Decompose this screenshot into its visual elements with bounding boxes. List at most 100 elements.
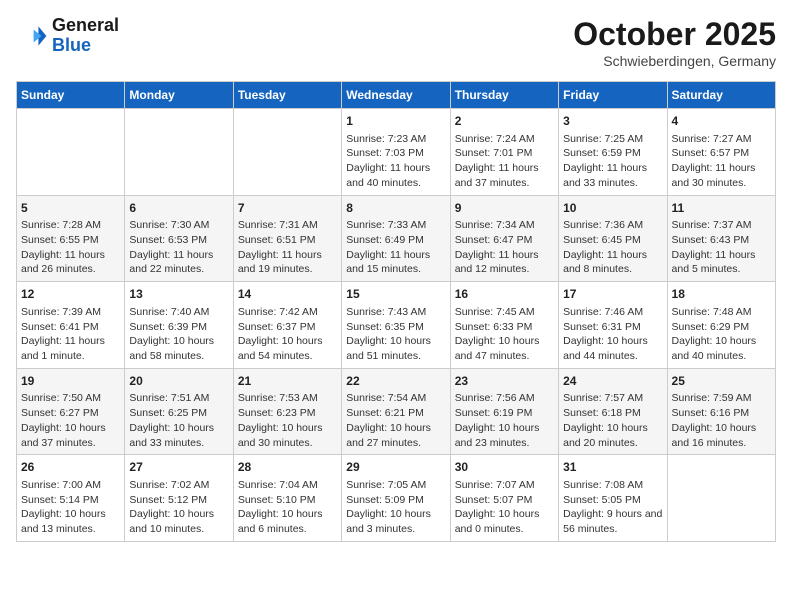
day-info: Sunrise: 7:23 AM Sunset: 7:03 PM Dayligh…: [346, 132, 445, 191]
logo-text: General Blue: [52, 16, 119, 56]
calendar-cell: 23Sunrise: 7:56 AM Sunset: 6:19 PM Dayli…: [450, 368, 558, 455]
day-info: Sunrise: 7:04 AM Sunset: 5:10 PM Dayligh…: [238, 478, 337, 537]
day-info: Sunrise: 7:53 AM Sunset: 6:23 PM Dayligh…: [238, 391, 337, 450]
logo-icon: [16, 20, 48, 52]
day-number: 21: [238, 373, 337, 390]
day-info: Sunrise: 7:34 AM Sunset: 6:47 PM Dayligh…: [455, 218, 554, 277]
day-info: Sunrise: 7:08 AM Sunset: 5:05 PM Dayligh…: [563, 478, 662, 537]
calendar-cell: 14Sunrise: 7:42 AM Sunset: 6:37 PM Dayli…: [233, 282, 341, 369]
calendar-cell: 15 Sunrise: 7:43 AM Sunset: 6:35 PM Dayli…: [342, 282, 450, 369]
week-row-4: 19Sunrise: 7:50 AM Sunset: 6:27 PM Dayli…: [17, 368, 776, 455]
calendar-cell: 6Sunrise: 7:30 AM Sunset: 6:53 PM Daylig…: [125, 195, 233, 282]
day-number: 15: [346, 286, 445, 303]
day-number: 22: [346, 373, 445, 390]
week-row-2: 5Sunrise: 7:28 AM Sunset: 6:55 PM Daylig…: [17, 195, 776, 282]
month-title: October 2025: [573, 16, 776, 53]
day-number: 11: [672, 200, 771, 217]
day-info: Sunrise: 7:54 AM Sunset: 6:21 PM Dayligh…: [346, 391, 445, 450]
day-info: Sunrise: 7:33 AM Sunset: 6:49 PM Dayligh…: [346, 218, 445, 277]
calendar-table: SundayMondayTuesdayWednesdayThursdayFrid…: [16, 81, 776, 542]
day-number: 24: [563, 373, 662, 390]
calendar-cell: 16 Sunrise: 7:45 AM Sunset: 6:33 PM Dayli…: [450, 282, 558, 369]
calendar-cell: 31Sunrise: 7:08 AM Sunset: 5:05 PM Dayli…: [559, 455, 667, 542]
day-number: 19: [21, 373, 120, 390]
page-header: General Blue October 2025 Schwieberdinge…: [16, 16, 776, 69]
day-number: 12: [21, 286, 120, 303]
day-number: 18: [672, 286, 771, 303]
calendar-cell: 17 Sunrise: 7:46 AM Sunset: 6:31 PM Dayli…: [559, 282, 667, 369]
calendar-cell: [667, 455, 775, 542]
weekday-header-wednesday: Wednesday: [342, 82, 450, 109]
calendar-cell: 19Sunrise: 7:50 AM Sunset: 6:27 PM Dayli…: [17, 368, 125, 455]
day-info: Sunrise: 7:50 AM Sunset: 6:27 PM Dayligh…: [21, 391, 120, 450]
day-number: 6: [129, 200, 228, 217]
day-info: Sunrise: 7:57 AM Sunset: 6:18 PM Dayligh…: [563, 391, 662, 450]
day-number: 26: [21, 459, 120, 476]
day-number: 2: [455, 113, 554, 130]
day-number: 30: [455, 459, 554, 476]
day-info: Sunrise: 7:48 AM Sunset: 6:29 PM Dayligh…: [672, 305, 771, 364]
calendar-cell: 25Sunrise: 7:59 AM Sunset: 6:16 PM Dayli…: [667, 368, 775, 455]
day-number: 14: [238, 286, 337, 303]
calendar-cell: 12 Sunrise: 7:39 AM Sunset: 6:41 PM Dayli…: [17, 282, 125, 369]
day-number: 16: [455, 286, 554, 303]
calendar-cell: 24Sunrise: 7:57 AM Sunset: 6:18 PM Dayli…: [559, 368, 667, 455]
weekday-header-sunday: Sunday: [17, 82, 125, 109]
calendar-cell: [125, 109, 233, 196]
weekday-header-monday: Monday: [125, 82, 233, 109]
week-row-5: 26Sunrise: 7:00 AM Sunset: 5:14 PM Dayli…: [17, 455, 776, 542]
calendar-cell: 30Sunrise: 7:07 AM Sunset: 5:07 PM Dayli…: [450, 455, 558, 542]
calendar-cell: 2Sunrise: 7:24 AM Sunset: 7:01 PM Daylig…: [450, 109, 558, 196]
day-number: 4: [672, 113, 771, 130]
calendar-cell: 29 Sunrise: 7:05 AM Sunset: 5:09 PM Dayli…: [342, 455, 450, 542]
week-row-1: 1 Sunrise: 7:23 AM Sunset: 7:03 PM Daylig…: [17, 109, 776, 196]
calendar-cell: 22Sunrise: 7:54 AM Sunset: 6:21 PM Dayli…: [342, 368, 450, 455]
day-info: Sunrise: 7:46 AM Sunset: 6:31 PM Dayligh…: [563, 305, 662, 364]
day-info: Sunrise: 7:27 AM Sunset: 6:57 PM Dayligh…: [672, 132, 771, 191]
calendar-cell: 26Sunrise: 7:00 AM Sunset: 5:14 PM Dayli…: [17, 455, 125, 542]
day-info: Sunrise: 7:43 AM Sunset: 6:35 PM Dayligh…: [346, 305, 445, 364]
day-info: Sunrise: 7:39 AM Sunset: 6:41 PM Dayligh…: [21, 305, 120, 364]
day-number: 13: [129, 286, 228, 303]
day-info: Sunrise: 7:59 AM Sunset: 6:16 PM Dayligh…: [672, 391, 771, 450]
day-number: 23: [455, 373, 554, 390]
day-info: Sunrise: 7:05 AM Sunset: 5:09 PM Dayligh…: [346, 478, 445, 537]
day-number: 1: [346, 113, 445, 130]
weekday-header-row: SundayMondayTuesdayWednesdayThursdayFrid…: [17, 82, 776, 109]
day-number: 27: [129, 459, 228, 476]
calendar-cell: 7Sunrise: 7:31 AM Sunset: 6:51 PM Daylig…: [233, 195, 341, 282]
calendar-cell: 20Sunrise: 7:51 AM Sunset: 6:25 PM Dayli…: [125, 368, 233, 455]
calendar-cell: 10Sunrise: 7:36 AM Sunset: 6:45 PM Dayli…: [559, 195, 667, 282]
day-info: Sunrise: 7:25 AM Sunset: 6:59 PM Dayligh…: [563, 132, 662, 191]
calendar-cell: 27 Sunrise: 7:02 AM Sunset: 5:12 PM Dayli…: [125, 455, 233, 542]
calendar-cell: 21Sunrise: 7:53 AM Sunset: 6:23 PM Dayli…: [233, 368, 341, 455]
calendar-cell: 18 Sunrise: 7:48 AM Sunset: 6:29 PM Dayli…: [667, 282, 775, 369]
calendar-cell: 1 Sunrise: 7:23 AM Sunset: 7:03 PM Daylig…: [342, 109, 450, 196]
day-number: 28: [238, 459, 337, 476]
logo: General Blue: [16, 16, 119, 56]
day-info: Sunrise: 7:30 AM Sunset: 6:53 PM Dayligh…: [129, 218, 228, 277]
day-number: 29: [346, 459, 445, 476]
calendar-cell: 8Sunrise: 7:33 AM Sunset: 6:49 PM Daylig…: [342, 195, 450, 282]
day-info: Sunrise: 7:36 AM Sunset: 6:45 PM Dayligh…: [563, 218, 662, 277]
day-number: 8: [346, 200, 445, 217]
calendar-cell: 5Sunrise: 7:28 AM Sunset: 6:55 PM Daylig…: [17, 195, 125, 282]
calendar-cell: 3 Sunrise: 7:25 AM Sunset: 6:59 PM Daylig…: [559, 109, 667, 196]
day-info: Sunrise: 7:45 AM Sunset: 6:33 PM Dayligh…: [455, 305, 554, 364]
day-info: Sunrise: 7:51 AM Sunset: 6:25 PM Dayligh…: [129, 391, 228, 450]
day-number: 17: [563, 286, 662, 303]
day-number: 20: [129, 373, 228, 390]
weekday-header-thursday: Thursday: [450, 82, 558, 109]
day-number: 10: [563, 200, 662, 217]
day-info: Sunrise: 7:37 AM Sunset: 6:43 PM Dayligh…: [672, 218, 771, 277]
weekday-header-saturday: Saturday: [667, 82, 775, 109]
day-number: 7: [238, 200, 337, 217]
calendar-cell: 9Sunrise: 7:34 AM Sunset: 6:47 PM Daylig…: [450, 195, 558, 282]
day-info: Sunrise: 7:02 AM Sunset: 5:12 PM Dayligh…: [129, 478, 228, 537]
calendar-cell: 4 Sunrise: 7:27 AM Sunset: 6:57 PM Daylig…: [667, 109, 775, 196]
day-number: 3: [563, 113, 662, 130]
day-number: 25: [672, 373, 771, 390]
day-number: 9: [455, 200, 554, 217]
day-info: Sunrise: 7:40 AM Sunset: 6:39 PM Dayligh…: [129, 305, 228, 364]
calendar-cell: 28 Sunrise: 7:04 AM Sunset: 5:10 PM Dayli…: [233, 455, 341, 542]
